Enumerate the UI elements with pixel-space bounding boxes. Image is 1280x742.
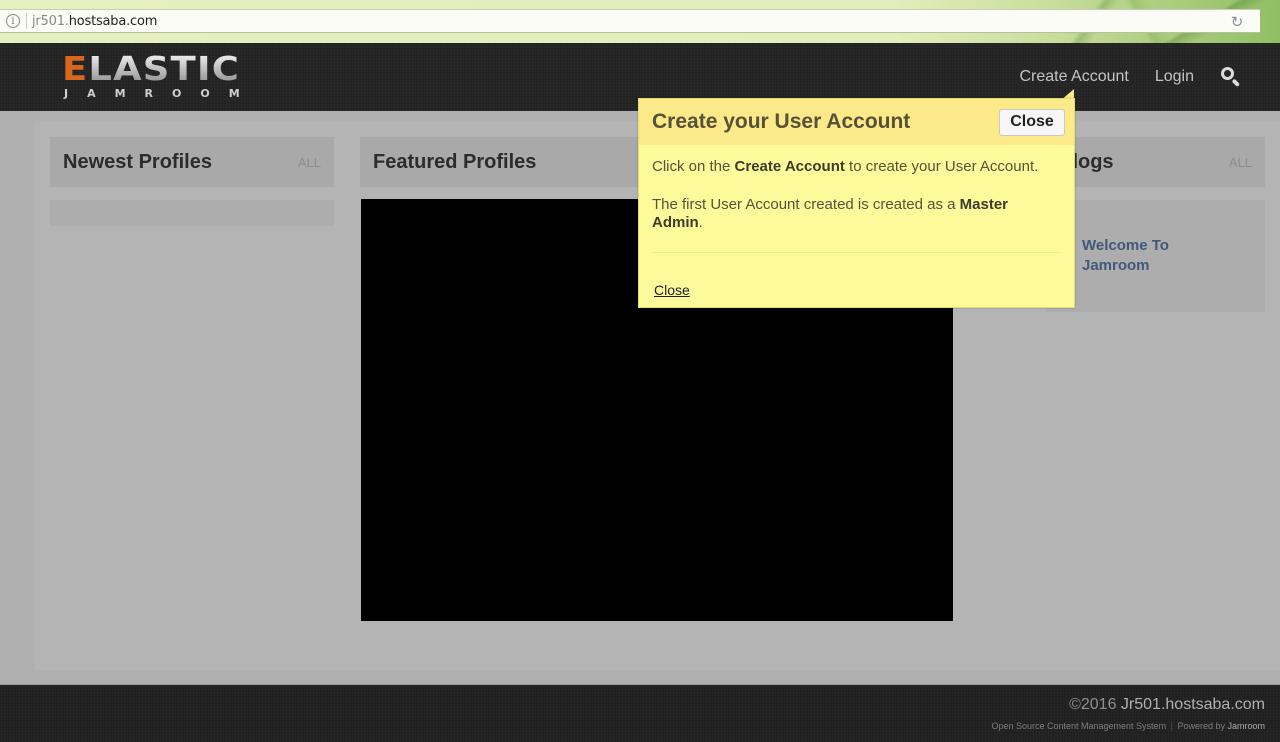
line1-bold: Create Account xyxy=(734,158,845,175)
create-account-tooltip: Create your User Account Close Click on … xyxy=(638,98,1075,308)
copyright-prefix: ©2016 xyxy=(1069,696,1121,713)
footer-copyright: ©2016 Jr501.hostsaba.com xyxy=(1069,696,1265,714)
tooltip-close-link[interactable]: Close xyxy=(654,282,690,298)
copyright-site: Jr501.hostsaba.com xyxy=(1120,696,1265,713)
tagline-text: Open Source Content Management System xyxy=(991,721,1167,731)
url-text[interactable]: jr501.hostsaba.com xyxy=(32,14,157,29)
newest-profiles-list xyxy=(50,200,334,226)
browser-toolbar: i jr501.hostsaba.com ↻ xyxy=(0,0,1280,43)
newest-profiles-header: Newest Profiles ALL xyxy=(50,137,334,187)
blogs-list: Welcome To Jamroom xyxy=(1045,200,1265,312)
footer-tagline: Open Source Content Management System | … xyxy=(991,721,1265,731)
powered-by-prefix: Powered by xyxy=(1177,721,1228,731)
tooltip-title: Create your User Account xyxy=(652,110,911,133)
address-bar[interactable]: i jr501.hostsaba.com ↻ xyxy=(0,9,1260,33)
line2-post: . xyxy=(698,214,703,231)
line2-pre: The first User Account created is create… xyxy=(652,196,960,213)
blog-item-link[interactable]: Welcome To Jamroom xyxy=(1082,236,1202,276)
url-separator xyxy=(26,13,27,29)
site-footer: ©2016 Jr501.hostsaba.com Open Source Con… xyxy=(0,684,1280,742)
blogs-header: Blogs ALL xyxy=(1045,137,1265,187)
footer-separator: | xyxy=(1170,721,1173,731)
newest-profiles-title: Newest Profiles xyxy=(63,150,212,173)
tooltip-line-1: Click on the Create Account to create yo… xyxy=(652,158,1061,176)
nav-login[interactable]: Login xyxy=(1155,68,1194,86)
logo-rest: LASTIC xyxy=(88,49,240,88)
featured-profiles-title: Featured Profiles xyxy=(373,150,537,173)
blogs-all-link[interactable]: ALL xyxy=(1229,155,1252,170)
nav-create-account[interactable]: Create Account xyxy=(1019,68,1128,86)
reload-icon[interactable]: ↻ xyxy=(1228,13,1246,31)
powered-by-jamroom-link[interactable]: Jamroom xyxy=(1227,721,1265,731)
main-nav: Create Account Login xyxy=(993,66,1242,88)
logo-first-letter: E xyxy=(62,49,89,88)
tooltip-header: Create your User Account Close xyxy=(639,99,1074,145)
logo-subtitle: JAMROOM xyxy=(64,87,259,100)
newest-profiles-all-link[interactable]: ALL xyxy=(298,155,321,170)
url-subdomain: jr501. xyxy=(32,13,69,29)
tooltip-divider xyxy=(652,252,1061,253)
line1-pre: Click on the xyxy=(652,158,735,175)
url-domain: hostsaba.com xyxy=(68,13,158,29)
tooltip-close-button[interactable]: Close xyxy=(999,108,1065,136)
tooltip-body: Click on the Create Account to create yo… xyxy=(639,145,1074,299)
featured-profiles-header: Featured Profiles xyxy=(360,137,650,187)
tooltip-line-2: The first User Account created is create… xyxy=(652,196,1061,232)
logo-wordmark: E LASTIC xyxy=(62,49,282,88)
info-icon[interactable]: i xyxy=(6,14,20,28)
line1-post: to create your User Account. xyxy=(844,158,1039,175)
site-logo[interactable]: E LASTIC JAMROOM xyxy=(62,52,259,100)
search-icon[interactable] xyxy=(1220,66,1242,88)
